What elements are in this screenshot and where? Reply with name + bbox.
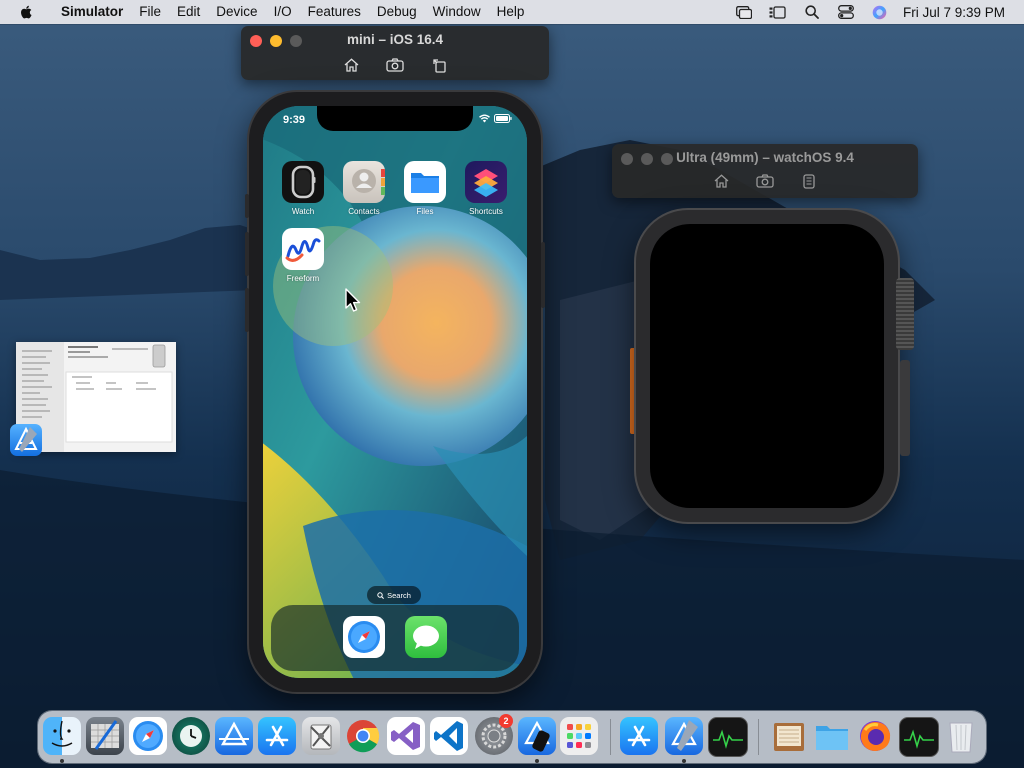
xcode-icon[interactable] [665, 717, 703, 755]
status-bar-time: 9:39 [283, 114, 306, 126]
search-label: Search [387, 590, 411, 600]
mouse-cursor [345, 288, 361, 312]
screen-mirroring-icon[interactable] [735, 4, 753, 20]
iphone-device: 9:39 Watch Contacts Files Shortcuts Free… [245, 92, 545, 692]
instruments-icon[interactable] [86, 717, 124, 755]
xcode-window-badge-icon [10, 424, 42, 456]
app-label: Shortcuts [469, 207, 503, 216]
freeform-app-icon [282, 228, 324, 270]
control-center-icon[interactable] [837, 4, 855, 20]
safari-icon[interactable] [129, 717, 167, 755]
screenshot-icon[interactable] [756, 172, 774, 190]
battery-icon [494, 114, 512, 123]
app-watch[interactable]: Watch [277, 161, 329, 216]
spotlight-search-pill[interactable]: Search [367, 586, 421, 604]
finder-icon[interactable] [43, 717, 81, 755]
chrome-icon[interactable] [344, 717, 382, 755]
folder-icon[interactable] [813, 717, 851, 755]
activity-monitor-icon[interactable] [708, 717, 748, 757]
iphone-simulator-title: mini – iOS 16.4 [346, 32, 444, 47]
watch-simulator-title: Ultra (49mm) – watchOS 9.4 [676, 150, 854, 165]
menu-features[interactable]: Features [300, 0, 369, 24]
stage-manager-icon[interactable] [769, 4, 787, 20]
watch-screen[interactable] [650, 224, 884, 508]
siri-icon[interactable] [871, 4, 889, 20]
files-app-icon [404, 161, 446, 203]
app-label: Contacts [348, 207, 380, 216]
app-label: Watch [291, 207, 315, 216]
apple-watch-device [636, 210, 898, 522]
dock-separator [610, 719, 611, 755]
transporter-icon[interactable] [215, 717, 253, 755]
app-freeform[interactable]: Freeform [277, 228, 329, 283]
app-label: Files [416, 207, 434, 216]
side-button-icon[interactable] [800, 172, 818, 190]
messages-icon[interactable] [405, 616, 447, 658]
running-indicator [60, 759, 64, 763]
app-label: Freeform [286, 274, 320, 283]
iphone-home-screen[interactable]: 9:39 Watch Contacts Files Shortcuts Free… [263, 106, 527, 678]
time-machine-icon[interactable] [172, 717, 210, 755]
menu-file[interactable]: File [131, 0, 169, 24]
app-store-icon[interactable] [258, 717, 296, 755]
menu-help[interactable]: Help [489, 0, 533, 24]
notch [317, 106, 473, 131]
wifi-icon [479, 114, 490, 123]
dock-separator [758, 719, 759, 755]
contacts-app-icon [343, 161, 385, 203]
ios-dock [271, 605, 519, 671]
firefox-icon[interactable] [856, 717, 894, 755]
menu-device[interactable]: Device [208, 0, 265, 24]
shortcuts-app-icon [465, 161, 507, 203]
menu-edit[interactable]: Edit [169, 0, 208, 24]
home-icon[interactable] [712, 172, 730, 190]
visual-studio-icon[interactable] [387, 717, 425, 755]
menu-app-name[interactable]: Simulator [53, 0, 131, 24]
menu-io[interactable]: I/O [266, 0, 300, 24]
screenshot-icon[interactable] [386, 56, 404, 74]
home-icon[interactable] [342, 56, 360, 74]
apple-menu-icon[interactable] [19, 4, 35, 20]
app-files[interactable]: Files [399, 161, 451, 216]
running-indicator [682, 759, 686, 763]
app-contacts[interactable]: Contacts [338, 161, 390, 216]
menu-debug[interactable]: Debug [369, 0, 425, 24]
safari-icon[interactable] [343, 616, 385, 658]
system-information-icon[interactable] [302, 717, 340, 755]
rotate-icon[interactable] [430, 56, 448, 74]
app-store-icon-2[interactable] [620, 717, 658, 755]
simulator-icon[interactable] [518, 717, 556, 755]
digital-crown[interactable] [896, 278, 914, 350]
watch-app-icon [282, 161, 324, 203]
macos-dock: 2 [38, 711, 986, 763]
watch-simulator-toolbar: Ultra (49mm) – watchOS 9.4 [612, 144, 918, 198]
power-button[interactable] [541, 242, 545, 308]
archive-utility-icon[interactable] [770, 717, 808, 755]
iphone-simulator-toolbar: mini – iOS 16.4 [241, 26, 549, 80]
menu-window[interactable]: Window [425, 0, 489, 24]
activity-monitor-icon-2[interactable] [899, 717, 939, 757]
spotlight-search-icon[interactable] [803, 4, 821, 20]
watch-side-button[interactable] [900, 360, 910, 456]
running-indicator [535, 759, 539, 763]
vs-code-icon[interactable] [430, 717, 468, 755]
volume-down-button[interactable] [245, 288, 249, 332]
search-icon [377, 591, 385, 599]
trash-icon[interactable] [942, 717, 980, 755]
menu-bar: Simulator File Edit Device I/O Features … [0, 0, 1024, 24]
app-shortcuts[interactable]: Shortcuts [460, 161, 512, 216]
notification-badge: 2 [499, 714, 513, 728]
silent-switch[interactable] [245, 194, 249, 218]
volume-up-button[interactable] [245, 232, 249, 276]
status-bar-icons [479, 114, 512, 123]
launchpad-icon[interactable] [560, 717, 598, 755]
menu-clock[interactable]: Fri Jul 7 9:39 PM [903, 5, 1005, 20]
